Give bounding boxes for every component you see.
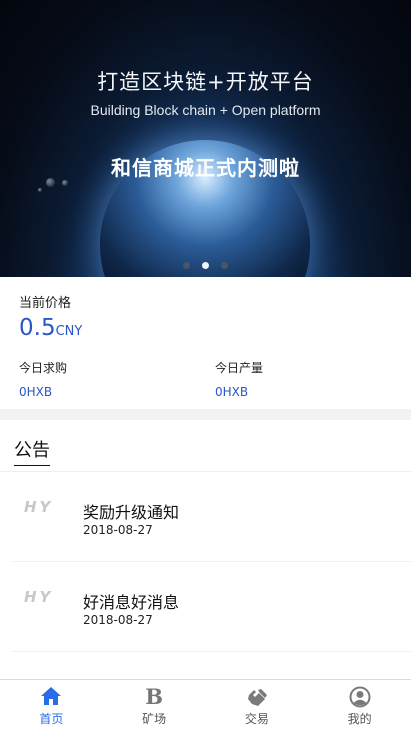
notice-header: 公告 — [0, 420, 411, 472]
tab-profile-label: 我的 — [347, 712, 372, 726]
notice-item-date: 2018-08-27 — [83, 613, 153, 627]
banner-carousel[interactable]: 打造区块链+开放平台 Building Block chain + Open p… — [0, 0, 411, 277]
handshake-icon — [206, 686, 309, 708]
notice-item[interactable]: HY 好消息好消息 2018-08-27 — [12, 562, 411, 652]
current-price-label: 当前价格 — [19, 296, 72, 311]
b-icon: B — [145, 684, 163, 709]
carousel-dots — [0, 254, 411, 273]
today-output-value: 0HXB — [215, 385, 249, 399]
tab-profile[interactable]: 我的 — [308, 680, 411, 732]
price-number: 0.5 — [19, 315, 56, 341]
today-output-label: 今日产量 — [215, 361, 264, 375]
banner-subtitle: Building Block chain + Open platform — [90, 102, 321, 118]
today-output-stat: 今日产量 0HXB — [215, 359, 263, 399]
banner-title: 打造区块链+开放平台 — [97, 70, 314, 94]
home-icon — [0, 686, 103, 708]
today-purchase-value: 0HXB — [19, 385, 53, 399]
notice-item-title: 好消息好消息 — [83, 593, 180, 612]
tab-home-label: 首页 — [39, 712, 64, 726]
carousel-dot-active[interactable] — [202, 262, 209, 269]
today-purchase-stat: 今日求购 0HXB — [19, 359, 67, 399]
section-divider — [0, 409, 411, 420]
banner-tagline: 和信商城正式内测啦 — [111, 156, 300, 180]
notice-item-title: 奖励升级通知 — [83, 503, 180, 522]
notice-item[interactable]: HY 奖励升级通知 2018-08-27 — [12, 472, 411, 562]
moon-graphic — [38, 188, 42, 192]
price-unit: CNY — [55, 324, 83, 339]
tab-mine-field-label: 矿场 — [142, 712, 167, 726]
tab-home[interactable]: 首页 — [0, 680, 103, 732]
carousel-dot[interactable] — [183, 262, 190, 269]
carousel-dot[interactable] — [221, 262, 228, 269]
user-icon — [308, 686, 411, 708]
today-purchase-label: 今日求购 — [19, 361, 68, 375]
app-page: 打造区块链+开放平台 Building Block chain + Open p… — [0, 0, 411, 732]
hy-logo-icon: HY — [24, 498, 54, 516]
notice-item-date: 2018-08-27 — [83, 523, 153, 537]
tab-mine-field[interactable]: B 矿场 — [103, 680, 206, 732]
tab-trade-label: 交易 — [244, 712, 269, 726]
hy-logo-icon: HY — [24, 588, 54, 606]
tab-trade[interactable]: 交易 — [206, 680, 309, 732]
price-section: 当前价格 0.5CNY 今日求购 0HXB 今日产量 0HXB — [0, 277, 411, 409]
current-price-value: 0.5CNY — [19, 315, 82, 341]
notice-title: 公告 — [14, 436, 50, 466]
bottom-tab-bar: 首页 B 矿场 交易 我的 — [0, 679, 411, 732]
